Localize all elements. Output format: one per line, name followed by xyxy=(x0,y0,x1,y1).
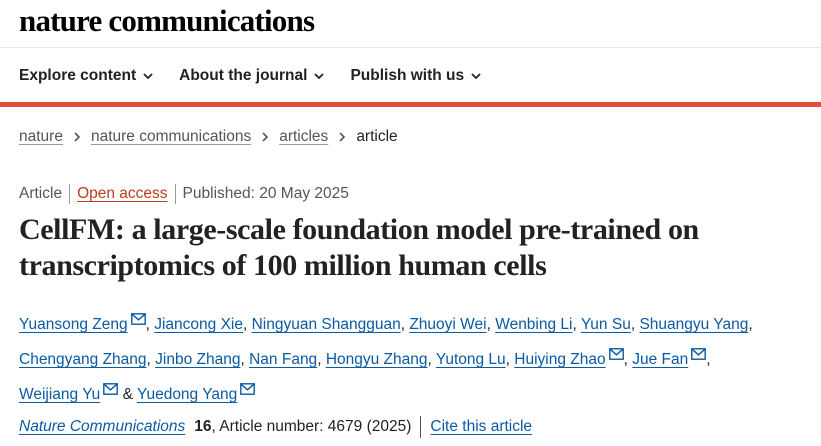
author-link[interactable]: Weijiang Yu xyxy=(19,386,100,403)
header-divider xyxy=(0,47,821,48)
article-title: CellFM: a large-scale foundation model p… xyxy=(19,213,699,282)
author-link[interactable]: Hongyu Zhang xyxy=(326,351,428,368)
breadcrumb-link-articles[interactable]: articles xyxy=(279,128,328,146)
author-link[interactable]: Zhuoyi Wei xyxy=(409,316,486,333)
author-link[interactable]: Yuedong Yang xyxy=(137,386,237,403)
nav-about-the-journal[interactable]: About the journal xyxy=(179,67,325,85)
email-icon[interactable] xyxy=(691,340,707,360)
cite-this-article-link[interactable]: Cite this article xyxy=(430,418,532,436)
citation-divider xyxy=(420,416,422,438)
breadcrumb-current: article xyxy=(356,128,398,145)
author-entry: Hongyu Zhang, xyxy=(325,351,432,368)
nav-label: Publish with us xyxy=(350,67,465,84)
author-link[interactable]: Jiancong Xie xyxy=(154,316,243,333)
author-entry: Yun Su, xyxy=(580,316,636,333)
accent-bar xyxy=(0,102,821,107)
author-entry: Jiancong Xie, xyxy=(154,316,248,333)
author-entry: Weijiang Yu xyxy=(19,383,119,403)
email-icon[interactable] xyxy=(240,375,256,395)
masthead: nature communications xyxy=(19,0,315,40)
author-link[interactable]: Jue Fan xyxy=(632,351,688,368)
email-icon[interactable] xyxy=(130,305,146,325)
open-access-link[interactable]: Open access xyxy=(77,185,167,203)
chevron-right-icon xyxy=(339,132,346,142)
nav-explore-content[interactable]: Explore content xyxy=(19,67,153,85)
author-entry: Jinbo Zhang, xyxy=(155,351,245,368)
author-entry: Yutong Lu, xyxy=(435,351,510,368)
nav-publish-with-us[interactable]: Publish with us xyxy=(350,67,481,85)
nav-label: About the journal xyxy=(179,67,308,84)
author-entry: Shuangyu Yang, xyxy=(639,316,753,333)
author-entry: Yuansong Zeng, xyxy=(19,313,150,333)
author-link[interactable]: Yun Su xyxy=(581,316,631,333)
author-entry: Chengyang Zhang, xyxy=(19,351,151,368)
author-entry: Jue Fan, xyxy=(632,348,711,368)
journal-logo[interactable]: nature communications xyxy=(19,5,315,36)
author-entry: Nan Fang, xyxy=(249,351,322,368)
email-icon[interactable] xyxy=(103,375,119,395)
author-link[interactable]: Yutong Lu xyxy=(436,351,506,368)
chevron-right-icon xyxy=(74,132,81,142)
article-type: Article xyxy=(19,185,63,202)
breadcrumb: nature nature communications articles ar… xyxy=(19,128,398,146)
breadcrumb-link-nature-communications[interactable]: nature communications xyxy=(91,128,251,146)
main-nav: Explore content About the journal Publis… xyxy=(19,62,481,90)
author-entry: Zhuoyi Wei, xyxy=(409,316,491,333)
breadcrumb-link-nature[interactable]: nature xyxy=(19,128,63,146)
email-icon[interactable] xyxy=(608,340,624,360)
nav-label: Explore content xyxy=(19,67,137,84)
author-link[interactable]: Yuansong Zeng xyxy=(19,316,128,333)
article-meta: Article Open access Published: 20 May 20… xyxy=(19,183,349,205)
author-link[interactable]: Chengyang Zhang xyxy=(19,351,147,368)
meta-divider xyxy=(69,184,71,204)
volume-number: 16 xyxy=(194,418,212,435)
author-entry: Ningyuan Shangguan, xyxy=(251,316,406,333)
author-link[interactable]: Wenbing Li xyxy=(495,316,572,333)
chevron-down-icon xyxy=(471,73,481,80)
chevron-down-icon xyxy=(143,73,153,80)
author-link[interactable]: Nan Fang xyxy=(249,351,317,368)
meta-divider xyxy=(174,184,176,204)
author-last-separator: & xyxy=(118,386,137,403)
chevron-down-icon xyxy=(314,73,325,80)
author-link[interactable]: Ningyuan Shangguan xyxy=(252,316,401,333)
author-entry: Yuedong Yang xyxy=(137,383,256,403)
author-link[interactable]: Shuangyu Yang xyxy=(639,316,748,333)
author-list: Yuansong Zeng, Jiancong Xie, Ningyuan Sh… xyxy=(19,305,809,410)
author-link[interactable]: Jinbo Zhang xyxy=(155,351,240,368)
citation-line: Nature Communications 16 , Article numbe… xyxy=(19,416,532,438)
author-link[interactable]: Huiying Zhao xyxy=(514,351,605,368)
article-number: , Article number: 4679 (2025) xyxy=(211,418,412,435)
published-date: Published: 20 May 2025 xyxy=(182,185,349,202)
author-entry: Wenbing Li, xyxy=(495,316,577,333)
journal-link[interactable]: Nature Communications xyxy=(19,418,185,436)
author-entry: Huiying Zhao, xyxy=(514,348,628,368)
chevron-right-icon xyxy=(262,132,269,142)
